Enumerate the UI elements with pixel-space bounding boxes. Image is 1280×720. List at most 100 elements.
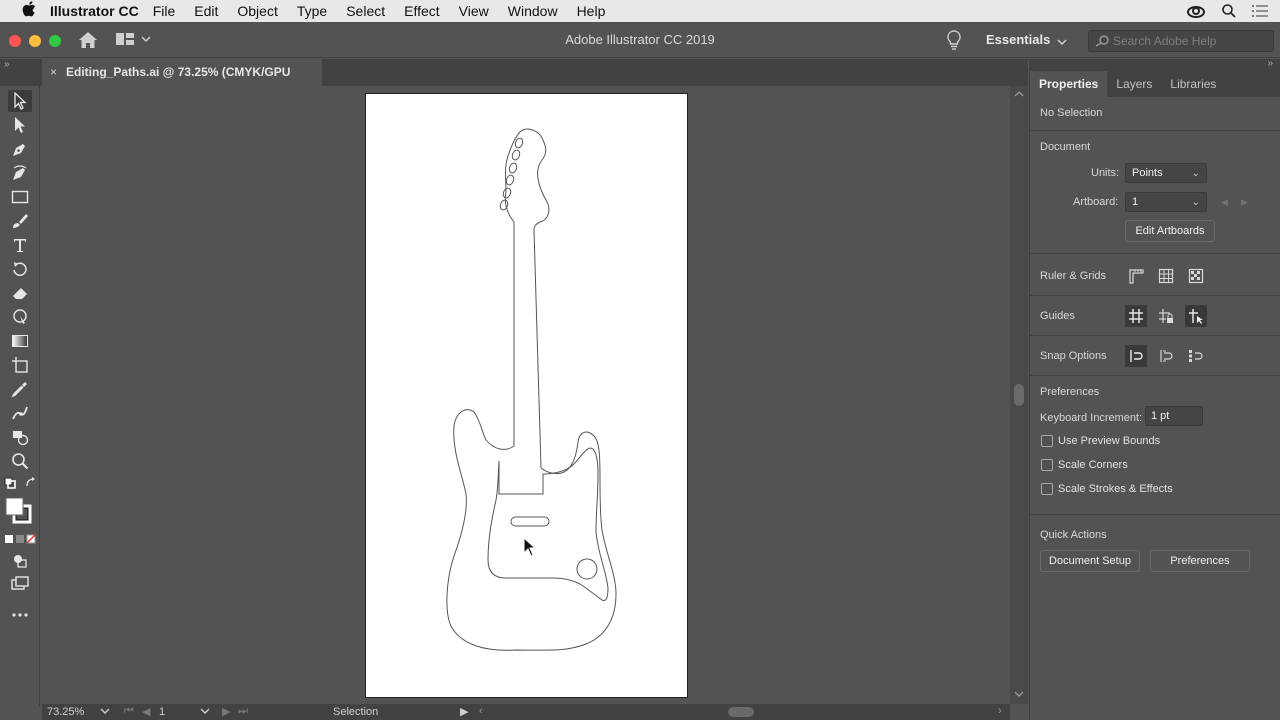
vertical-scrollbar[interactable] — [1010, 86, 1028, 704]
warp-tool-icon[interactable] — [8, 306, 32, 328]
smart-guides-icon[interactable] — [1185, 305, 1207, 327]
menu-window[interactable]: Window — [508, 3, 558, 19]
chevron-down-icon: ⌄ — [1191, 197, 1200, 208]
lock-guides-icon[interactable] — [1155, 305, 1177, 327]
units-select[interactable]: Points ⌄ — [1125, 163, 1207, 183]
document-tab[interactable]: × Editing_Paths.ai @ 73.25% (CMYK/GPU Pr… — [42, 59, 322, 106]
rulers-icon[interactable] — [1125, 265, 1147, 287]
next-artboard-icon[interactable]: ▶ — [222, 705, 230, 718]
default-fill-stroke-icon[interactable] — [3, 476, 17, 490]
document-setup-button[interactable]: Document Setup — [1040, 550, 1140, 572]
gradient-tool-icon[interactable] — [8, 330, 32, 352]
previous-artboard-icon[interactable]: ◀ — [142, 705, 150, 718]
canvas-area[interactable] — [42, 86, 1010, 704]
screen-mode-icon[interactable] — [8, 572, 32, 594]
menu-select[interactable]: Select — [346, 3, 385, 19]
collapse-toolbar-icon[interactable]: » — [4, 59, 10, 70]
tab-layers[interactable]: Layers — [1107, 71, 1161, 97]
shape-builder-tool-icon[interactable] — [8, 426, 32, 448]
snap-to-glyph-icon[interactable] — [1185, 345, 1207, 367]
chevron-down-icon[interactable] — [200, 706, 210, 716]
transparency-grid-icon[interactable] — [1185, 265, 1207, 287]
collapse-panels-icon[interactable]: » — [1267, 58, 1273, 69]
status-menu-arrow-icon[interactable]: ▶ — [460, 705, 468, 718]
tuning-peg — [502, 187, 512, 199]
zoom-tool-icon[interactable] — [8, 450, 32, 472]
rotate-tool-icon[interactable] — [8, 258, 32, 280]
menu-view[interactable]: View — [459, 3, 489, 19]
creative-cloud-icon[interactable] — [1186, 4, 1206, 18]
last-artboard-icon[interactable]: ⏭ — [238, 705, 248, 718]
curvature-tool-icon[interactable] — [8, 162, 32, 184]
menu-help[interactable]: Help — [577, 3, 606, 19]
lightbulb-icon[interactable] — [946, 30, 962, 50]
grid-icon[interactable] — [1155, 265, 1177, 287]
color-mode-icon[interactable] — [4, 532, 36, 546]
direct-selection-tool-icon[interactable] — [8, 114, 32, 136]
scale-strokes-effects-checkbox[interactable] — [1041, 483, 1053, 495]
menu-effect[interactable]: Effect — [404, 3, 440, 19]
spotlight-search-icon[interactable] — [1222, 4, 1236, 18]
snap-to-point-icon[interactable] — [1125, 345, 1147, 367]
vertical-scroll-thumb[interactable] — [1014, 384, 1024, 406]
tab-libraries[interactable]: Libraries — [1161, 71, 1225, 97]
fill-stroke-swatch[interactable] — [4, 496, 34, 526]
search-help-input[interactable]: Search Adobe Help — [1088, 30, 1274, 52]
app-name-menu[interactable]: Illustrator CC — [50, 3, 139, 19]
eyedropper-tool-icon[interactable] — [8, 378, 32, 400]
show-guides-icon[interactable] — [1125, 305, 1147, 327]
menu-object[interactable]: Object — [237, 3, 277, 19]
chevron-down-icon[interactable] — [100, 706, 110, 716]
menu-type[interactable]: Type — [297, 3, 327, 19]
swap-fill-stroke-icon[interactable] — [24, 476, 38, 490]
more-tools-icon[interactable] — [8, 604, 32, 626]
type-tool-icon[interactable] — [8, 234, 32, 256]
scroll-up-icon[interactable] — [1014, 90, 1024, 98]
pickup-slot — [510, 516, 550, 527]
artboard[interactable] — [365, 93, 688, 698]
current-tool-status[interactable]: Selection — [333, 706, 378, 718]
menu-file[interactable]: File — [153, 3, 176, 19]
app-title-bar: Adobe Illustrator CC 2019 Essentials Sea… — [0, 22, 1280, 58]
previous-artboard-icon[interactable]: ◀ — [1221, 197, 1228, 208]
selection-tool-icon[interactable] — [8, 90, 32, 112]
horizontal-scroll-thumb[interactable] — [728, 707, 754, 717]
units-value: Points — [1132, 167, 1163, 179]
scroll-left-icon[interactable]: ‹ — [479, 705, 483, 717]
use-preview-bounds-checkbox[interactable] — [1041, 435, 1053, 447]
tab-properties[interactable]: Properties — [1030, 71, 1108, 97]
scale-corners-checkbox[interactable] — [1041, 459, 1053, 471]
snap-to-pixel-icon[interactable] — [1155, 345, 1177, 367]
chevron-down-icon[interactable] — [1057, 35, 1067, 49]
artboard-label: Artboard: — [1073, 196, 1119, 208]
selection-state-label: No Selection — [1040, 107, 1103, 119]
preferences-button[interactable]: Preferences — [1150, 550, 1250, 572]
first-artboard-icon[interactable]: ⏮ — [124, 705, 134, 718]
draw-mode-icon[interactable] — [8, 550, 32, 572]
paintbrush-tool-icon[interactable] — [8, 210, 32, 232]
artboard-tool-icon[interactable] — [8, 354, 32, 376]
edit-artboards-button[interactable]: Edit Artboards — [1125, 220, 1215, 242]
next-artboard-icon[interactable]: ▶ — [1241, 197, 1248, 208]
keyboard-increment-field[interactable]: 1 pt — [1145, 406, 1203, 426]
puppet-warp-tool-icon[interactable] — [8, 402, 32, 424]
pen-tool-icon[interactable] — [8, 138, 32, 160]
scale-strokes-effects-label[interactable]: Scale Strokes & Effects — [1058, 483, 1173, 495]
guitar-artwork[interactable] — [366, 94, 687, 697]
mouse-cursor-icon — [523, 537, 537, 557]
scroll-down-icon[interactable] — [1014, 690, 1024, 698]
apple-icon[interactable] — [18, 1, 40, 21]
artboard-select[interactable]: 1 ⌄ — [1125, 192, 1207, 212]
scroll-right-icon[interactable]: › — [998, 705, 1002, 717]
zoom-level-field[interactable]: 73.25% — [47, 706, 84, 718]
scale-corners-label[interactable]: Scale Corners — [1058, 459, 1128, 471]
menu-edit[interactable]: Edit — [194, 3, 218, 19]
eraser-tool-icon[interactable] — [8, 282, 32, 304]
workspace-switcher[interactable]: Essentials — [986, 32, 1050, 47]
rectangle-tool-icon[interactable] — [8, 186, 32, 208]
use-preview-bounds-label[interactable]: Use Preview Bounds — [1058, 435, 1160, 447]
preferences-section-title: Preferences — [1040, 386, 1100, 398]
close-tab-icon[interactable]: × — [50, 59, 57, 86]
units-label: Units: — [1091, 167, 1120, 179]
notification-center-icon[interactable] — [1252, 5, 1268, 17]
